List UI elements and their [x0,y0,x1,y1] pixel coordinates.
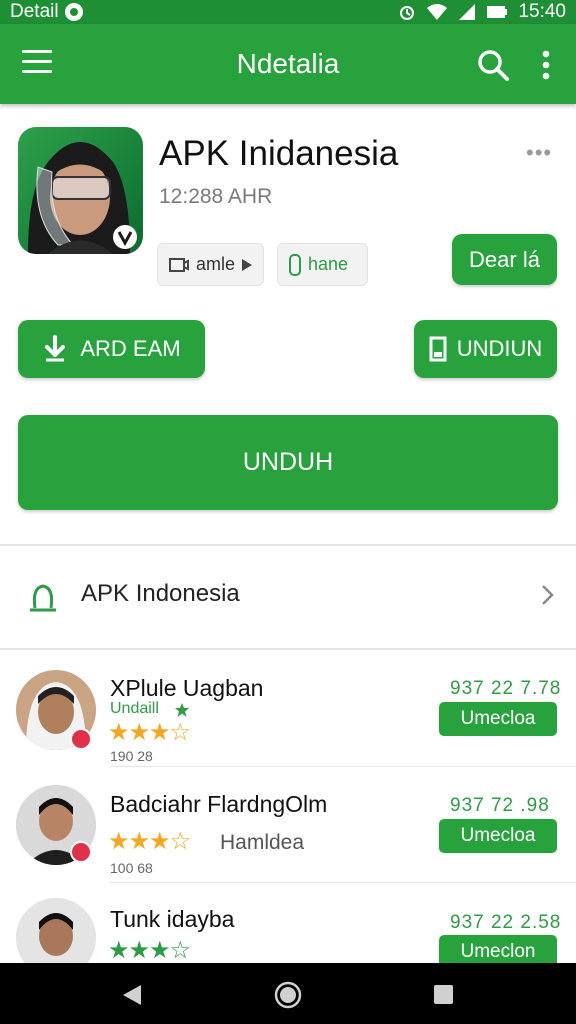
star-rating: ★★★☆ [108,828,191,855]
item-sub: Undaill [110,700,159,717]
unduh-button[interactable]: UNDUH [18,415,558,510]
home-icon[interactable] [274,981,302,1009]
item-name: XPlule Uagban [110,675,264,701]
chip-game-label: amle [195,254,235,274]
ard-eam-button[interactable]: ARD EAM [18,320,205,378]
install-button-label: Umecloa [460,708,536,729]
navigation-bar [0,963,576,1024]
item-name: Badciahr FlardngOlm [110,791,328,817]
developer-row[interactable]: APK Indonesia [0,548,576,648]
star-rating: ★★★☆ [108,719,191,746]
unduh-small-label: UNDIUN [456,336,543,361]
item-size: 937 22 7.78 [450,678,562,699]
unduh-small-button[interactable]: UNDIUN [414,320,557,378]
app-name: APK Inidanesia [159,134,399,173]
phone-icon [289,253,301,276]
file-icon [429,336,447,362]
chip-hane[interactable]: hane [277,243,368,286]
search-icon[interactable] [476,48,510,82]
item-size: 937 22 2.58 [450,912,562,933]
divider [0,648,576,650]
download-icon [45,335,66,362]
chip-game[interactable]: amle [157,243,264,286]
chip-hane-label: hane [308,254,349,274]
app-bar: Ndetalia [0,24,576,104]
signal-icon [459,4,476,20]
status-bar: Detail 15:40 [0,0,576,24]
screen: Detail 15:40 Ndetalia APK Inidanesia 12:… [0,0,576,1024]
wifi-icon [427,4,448,20]
row-separator [110,882,576,883]
battery-icon [487,6,508,18]
gamepad-icon [168,257,189,272]
item-count: 100 68 [110,860,153,876]
item-extra: Hamldea [220,831,305,854]
status-title: Detail [10,1,59,22]
list-item[interactable]: Badciahr FlardngOlm ★★★☆ Hamldea 100 68 … [0,775,576,890]
install-button-label: Umeclon [460,941,536,962]
status-time: 15:40 [518,1,566,22]
back-icon[interactable] [121,983,143,1007]
more-vert-icon[interactable] [536,48,556,82]
overflow-dots-icon[interactable]: ••• [526,140,552,166]
item-size: 937 72 .98 [450,795,550,816]
star-icon [175,703,189,717]
install-button-label: Umecloa [460,825,536,846]
app-size: 12:288 AHR [159,185,273,208]
star-rating: ★★★☆ [108,937,191,964]
list-item[interactable]: XPlule Uagban Undaill ★★★☆ 190 28 937 22… [0,660,576,775]
install-button[interactable]: Umecloa [439,702,557,736]
developer-label: APK Indonesia [81,580,240,607]
notification-icon [64,3,83,21]
unduh-label: UNDUH [242,448,334,476]
recent-apps-icon[interactable] [433,984,454,1005]
divider [0,544,576,546]
developer-icon [30,584,56,612]
app-icon-portrait [28,142,137,254]
avatar-badge [70,728,92,750]
avatar-badge [70,841,92,863]
arrow-icon [242,258,252,271]
ard-eam-label: ARD EAM [80,336,181,361]
row-separator [110,766,576,767]
app-icon [18,127,143,254]
install-button[interactable]: Umecloa [439,819,557,853]
detail-button[interactable]: Dear lá [452,234,557,285]
chevron-right-icon [542,585,554,605]
item-count: 190 28 [110,748,153,764]
alarm-icon [400,6,415,20]
detail-button-label: Dear lá [469,246,540,272]
item-name: Tunk idayba [110,906,235,932]
